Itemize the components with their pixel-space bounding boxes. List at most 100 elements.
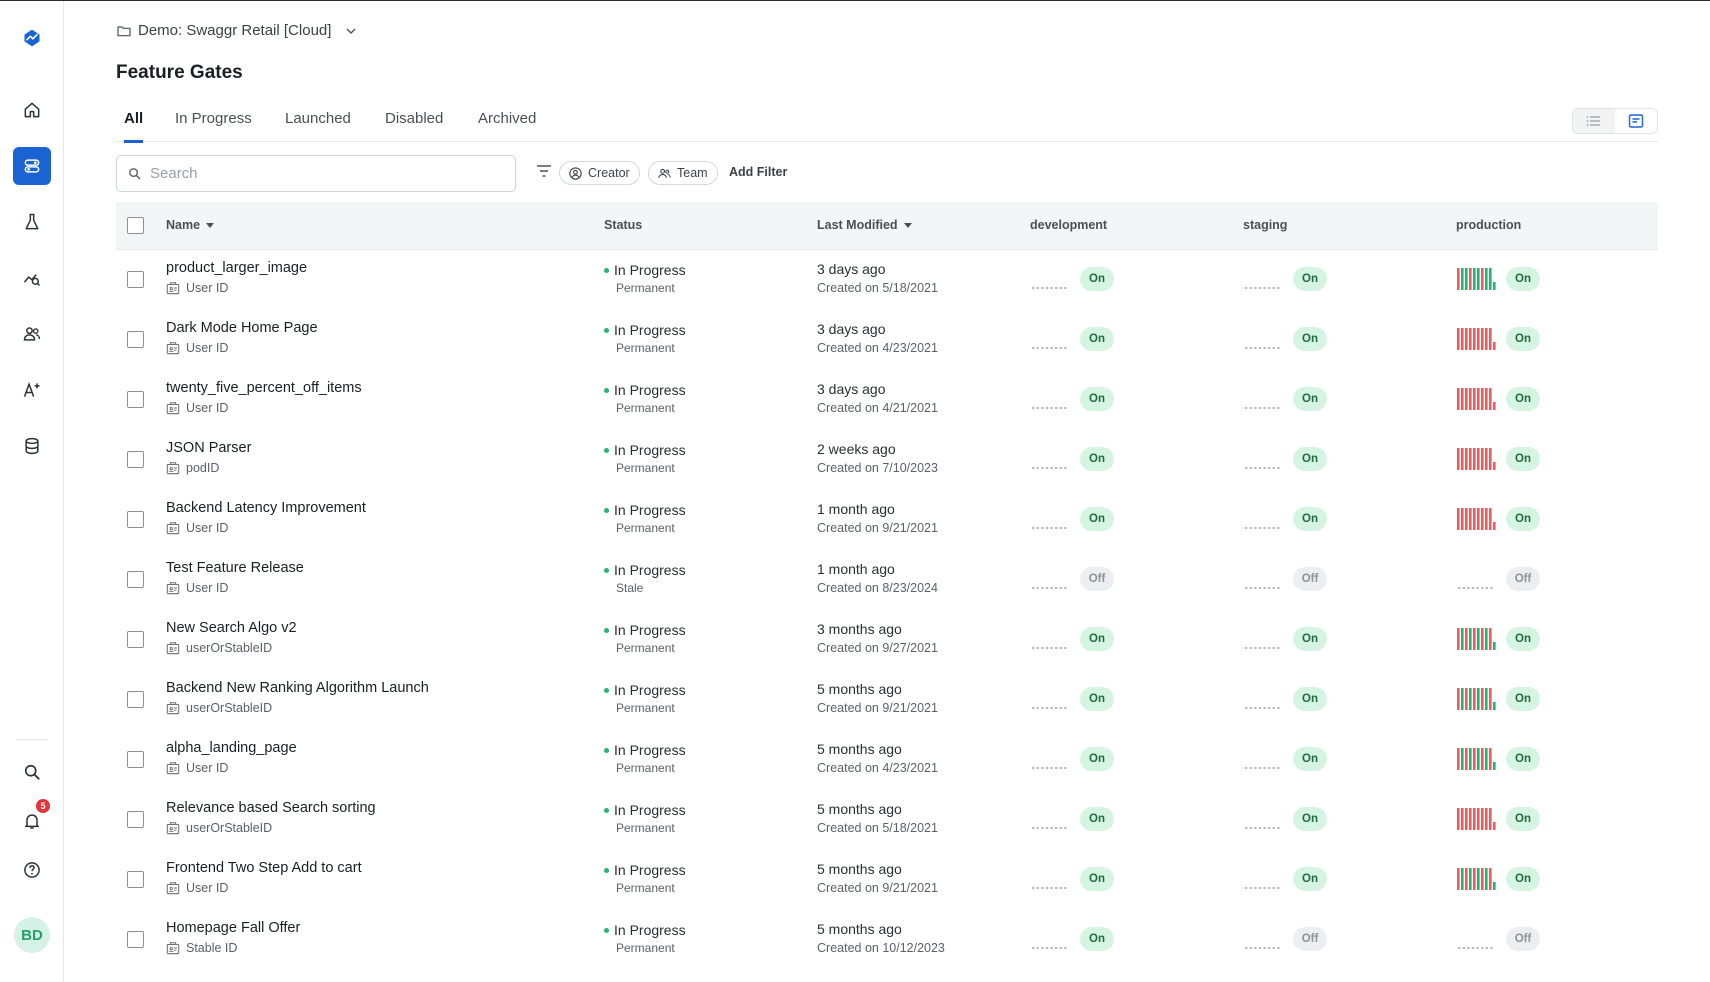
detail-view-button[interactable] <box>1615 109 1657 133</box>
table-row[interactable]: Dark Mode Home Page User ID In Progress Per… <box>116 310 1658 370</box>
row-checkbox[interactable] <box>127 871 144 888</box>
row-checkbox[interactable] <box>127 571 144 588</box>
row-checkbox[interactable] <box>127 391 144 408</box>
tab-disabled[interactable]: Disabled <box>385 110 443 140</box>
database-icon[interactable] <box>13 427 51 465</box>
table-row[interactable]: Test Feature Release User ID In Progress St… <box>116 550 1658 610</box>
gate-name[interactable]: Backend Latency Improvement <box>166 500 366 516</box>
env-status-pill[interactable]: On <box>1293 267 1327 291</box>
home-icon[interactable] <box>13 91 51 129</box>
env-status-pill[interactable]: On <box>1506 807 1540 831</box>
gate-name[interactable]: Relevance based Search sorting <box>166 800 376 816</box>
env-status-pill[interactable]: On <box>1080 927 1114 951</box>
env-status-pill[interactable]: On <box>1506 867 1540 891</box>
env-status-pill[interactable]: On <box>1293 747 1327 771</box>
creator-filter-chip[interactable]: Creator <box>559 161 640 185</box>
avatar[interactable]: BD <box>14 917 50 953</box>
env-status-pill[interactable]: On <box>1293 687 1327 711</box>
env-status-pill[interactable]: On <box>1293 327 1327 351</box>
gate-name[interactable]: Homepage Fall Offer <box>166 920 300 936</box>
env-status-pill[interactable]: On <box>1506 747 1540 771</box>
tab-all[interactable]: All <box>124 110 144 143</box>
gate-name[interactable]: alpha_landing_page <box>166 740 297 756</box>
env-status-pill[interactable]: Off <box>1293 567 1327 591</box>
table-row[interactable]: twenty_five_percent_off_items User ID In P… <box>116 370 1658 430</box>
env-status-pill[interactable]: Off <box>1080 567 1114 591</box>
env-status-pill[interactable]: On <box>1506 387 1540 411</box>
gate-name[interactable]: Frontend Two Step Add to cart <box>166 860 362 876</box>
logo-icon[interactable] <box>13 19 51 57</box>
table-row[interactable]: New Search Algo v2 userOrStableID In Progr… <box>116 610 1658 670</box>
env-status-pill[interactable]: On <box>1293 627 1327 651</box>
env-status-pill[interactable]: On <box>1506 267 1540 291</box>
column-header-name[interactable]: Name <box>166 218 215 232</box>
env-status-pill[interactable]: On <box>1080 507 1114 531</box>
analytics-icon[interactable] <box>13 259 51 297</box>
table-row[interactable]: Backend New Ranking Algorithm Launch user… <box>116 670 1658 730</box>
env-status-pill[interactable]: Off <box>1293 927 1327 951</box>
gate-name[interactable]: product_larger_image <box>166 260 307 276</box>
env-status-pill[interactable]: On <box>1080 327 1114 351</box>
table-row[interactable]: Relevance based Search sorting userOrStab… <box>116 790 1658 850</box>
gate-name[interactable]: Dark Mode Home Page <box>166 320 318 336</box>
users-icon[interactable] <box>13 315 51 353</box>
env-status-pill[interactable]: Off <box>1506 927 1540 951</box>
select-all-checkbox[interactable] <box>127 217 144 234</box>
help-icon[interactable] <box>13 851 51 889</box>
env-status-pill[interactable]: On <box>1293 507 1327 531</box>
env-status-pill[interactable]: On <box>1293 807 1327 831</box>
env-status-pill[interactable]: On <box>1080 627 1114 651</box>
sort-caret-icon[interactable] <box>903 222 912 228</box>
row-checkbox[interactable] <box>127 511 144 528</box>
search-icon[interactable] <box>13 753 51 791</box>
env-status-pill[interactable]: On <box>1506 627 1540 651</box>
table-row[interactable]: Homepage Fall Offer Stable ID In Progress P… <box>116 910 1658 970</box>
env-status-pill[interactable]: On <box>1080 267 1114 291</box>
env-status-pill[interactable]: On <box>1080 687 1114 711</box>
notifications-button[interactable]: 5 <box>13 799 51 840</box>
sort-caret-icon[interactable] <box>206 222 215 228</box>
env-status-pill[interactable]: On <box>1080 867 1114 891</box>
row-checkbox[interactable] <box>127 271 144 288</box>
table-row[interactable]: Frontend Two Step Add to cart User ID In P… <box>116 850 1658 910</box>
env-status-pill[interactable]: On <box>1506 447 1540 471</box>
table-row[interactable]: product_larger_image User ID In Progress Pe… <box>116 250 1658 310</box>
env-status-pill[interactable]: On <box>1293 387 1327 411</box>
search-input[interactable] <box>150 165 490 182</box>
column-header-last-modified[interactable]: Last Modified <box>817 218 912 232</box>
experiments-icon[interactable] <box>13 203 51 241</box>
row-checkbox[interactable] <box>127 451 144 468</box>
tab-in-progress[interactable]: In Progress <box>175 110 252 140</box>
env-status-pill[interactable]: Off <box>1506 567 1540 591</box>
gate-name[interactable]: Backend New Ranking Algorithm Launch <box>166 680 429 696</box>
row-checkbox[interactable] <box>127 931 144 948</box>
row-checkbox[interactable] <box>127 691 144 708</box>
env-status-pill[interactable]: On <box>1506 687 1540 711</box>
row-checkbox[interactable] <box>127 631 144 648</box>
tab-archived[interactable]: Archived <box>478 110 536 140</box>
env-status-pill[interactable]: On <box>1080 387 1114 411</box>
table-row[interactable]: Backend Latency Improvement User ID In Pro… <box>116 490 1658 550</box>
env-status-pill[interactable]: On <box>1506 327 1540 351</box>
project-switcher[interactable]: Demo: Swaggr Retail [Cloud] <box>116 22 359 39</box>
add-filter-button[interactable]: Add Filter <box>729 165 787 179</box>
gate-name[interactable]: twenty_five_percent_off_items <box>166 380 362 396</box>
env-status-pill[interactable]: On <box>1506 507 1540 531</box>
filter-icon[interactable] <box>536 164 552 178</box>
row-checkbox[interactable] <box>127 811 144 828</box>
row-checkbox[interactable] <box>127 751 144 768</box>
autotune-icon[interactable] <box>13 371 51 409</box>
env-status-pill[interactable]: On <box>1080 807 1114 831</box>
gate-name[interactable]: JSON Parser <box>166 440 251 456</box>
table-row[interactable]: JSON Parser podID In Progress Permanent 2 we… <box>116 430 1658 490</box>
gate-name[interactable]: Test Feature Release <box>166 560 304 576</box>
feature-gates-icon[interactable] <box>13 147 51 185</box>
list-view-button[interactable] <box>1573 109 1615 133</box>
env-status-pill[interactable]: On <box>1080 747 1114 771</box>
env-status-pill[interactable]: On <box>1293 867 1327 891</box>
tab-launched[interactable]: Launched <box>285 110 351 140</box>
env-status-pill[interactable]: On <box>1293 447 1327 471</box>
row-checkbox[interactable] <box>127 331 144 348</box>
env-status-pill[interactable]: On <box>1080 447 1114 471</box>
team-filter-chip[interactable]: Team <box>648 161 718 185</box>
